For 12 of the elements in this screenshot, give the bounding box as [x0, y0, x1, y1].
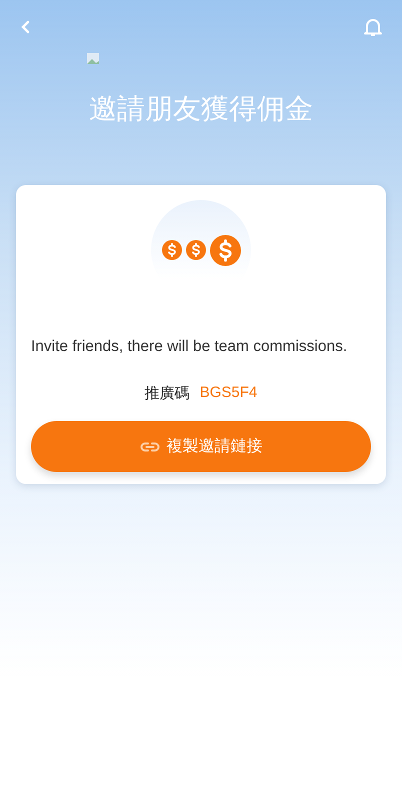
page-title: 邀請朋友獲得佣金: [88, 92, 314, 126]
dollar-coin-icon: [210, 234, 240, 266]
link-icon: [140, 442, 160, 452]
copy-link-button[interactable]: 複製邀請鏈接: [31, 421, 371, 472]
invite-message: Invite friends, there will be team commissions.: [31, 338, 348, 356]
back-icon[interactable]: [20, 20, 30, 34]
bell-icon[interactable]: [364, 17, 382, 37]
dollar-coin-icon: [186, 240, 206, 260]
referral-code-label: 推廣碼: [144, 384, 190, 403]
broken-image-icon: [86, 52, 102, 66]
referral-code: BGS5F4: [200, 384, 258, 403]
dollar-coin-icon: [162, 240, 182, 260]
